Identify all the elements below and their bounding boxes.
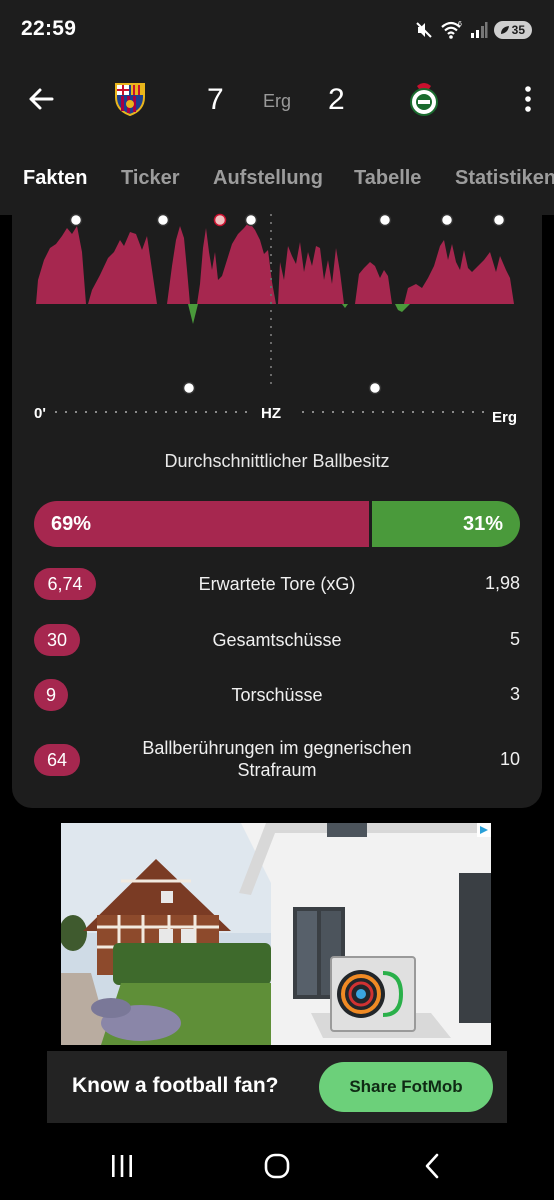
goal-ball-icon bbox=[440, 213, 454, 227]
battery-saver-icon bbox=[500, 26, 509, 34]
tab-statistiken[interactable]: Statistiken bbox=[455, 167, 554, 190]
goal-ball-icon bbox=[244, 213, 258, 227]
tab-ticker[interactable]: Ticker bbox=[121, 167, 180, 190]
stat-away-value: 5 bbox=[509, 629, 520, 649]
stat-away-value: 3 bbox=[509, 684, 520, 704]
away-team-crest[interactable] bbox=[407, 81, 441, 117]
timeline-start-label: 0' bbox=[34, 405, 46, 422]
tab-tabelle[interactable]: Tabelle bbox=[354, 167, 421, 190]
stat-home-value: 64 bbox=[34, 744, 80, 776]
svg-text:6: 6 bbox=[458, 21, 462, 28]
momentum-home-area bbox=[36, 222, 514, 304]
goal-ball-icons-home bbox=[69, 213, 506, 227]
battery-badge: 35 bbox=[493, 21, 532, 39]
stat-label: Gesamtschüsse bbox=[212, 630, 342, 650]
stat-home-value: 30 bbox=[34, 624, 80, 656]
match-facts-card: 0' HZ Erg Durchschnittlicher Ballbesitz … bbox=[12, 200, 542, 808]
stat-home-value: 9 bbox=[34, 679, 68, 711]
back-arrow-icon[interactable] bbox=[26, 84, 56, 114]
battery-level: 35 bbox=[511, 23, 525, 37]
home-score: 7 bbox=[207, 83, 224, 116]
status-time: 22:59 bbox=[21, 17, 77, 40]
tab-aufstellung[interactable]: Aufstellung bbox=[213, 167, 323, 190]
momentum-chart: 0' HZ Erg bbox=[34, 213, 517, 426]
goal-ball-icon bbox=[492, 213, 506, 227]
stat-label: Erwartete Tore (xG) bbox=[198, 574, 356, 594]
goal-ball-icon bbox=[378, 213, 392, 227]
goal-ball-icon bbox=[182, 381, 196, 395]
home-icon[interactable] bbox=[263, 1152, 291, 1180]
signal-icon bbox=[470, 22, 488, 38]
share-fotmob-button[interactable]: Share FotMob bbox=[319, 1062, 493, 1112]
recent-apps-icon[interactable] bbox=[108, 1152, 136, 1180]
ad-text: Know a football fan? bbox=[72, 1074, 279, 1097]
more-options-icon[interactable] bbox=[524, 84, 532, 114]
stat-away-value: 1,98 bbox=[484, 573, 520, 593]
possession-home: 69% bbox=[34, 501, 370, 547]
possession-title: Durchschnittlicher Ballbesitz bbox=[164, 451, 390, 471]
tab-fakten[interactable]: Fakten bbox=[23, 167, 87, 190]
mute-icon bbox=[415, 22, 432, 38]
timeline-half-label: HZ bbox=[261, 405, 281, 422]
match-header: 7 Erg 2 Fakten Ticker Aufstellung Tabell… bbox=[0, 60, 554, 215]
goal-ball-icons-away bbox=[182, 381, 382, 395]
possession-bar: 69% 31% bbox=[34, 501, 520, 547]
status-icons: 6 35 bbox=[414, 19, 532, 41]
system-nav-bar bbox=[0, 1130, 554, 1200]
status-bar: 22:59 6 35 bbox=[0, 0, 554, 60]
back-icon[interactable] bbox=[419, 1152, 447, 1180]
momentum-away-area bbox=[188, 304, 410, 324]
stat-home-value: 6,74 bbox=[34, 568, 96, 600]
goal-ball-icon bbox=[69, 213, 83, 227]
wifi-icon: 6 bbox=[440, 21, 462, 39]
goal-ball-icon bbox=[368, 381, 382, 395]
stat-away-value: 10 bbox=[499, 749, 520, 769]
goal-ball-icon bbox=[156, 213, 170, 227]
home-team-crest[interactable] bbox=[113, 81, 147, 117]
timeline-end-label: Erg bbox=[492, 409, 517, 426]
away-score: 2 bbox=[328, 83, 345, 116]
own-goal-ball-icon bbox=[213, 213, 227, 227]
ad-banner: Know a football fan? Share FotMob bbox=[47, 1051, 507, 1123]
stat-label: Torschüsse bbox=[231, 685, 323, 705]
ad-image[interactable] bbox=[61, 823, 491, 1045]
match-status: Erg bbox=[263, 91, 292, 111]
possession-away: 31% bbox=[372, 501, 520, 547]
stat-label: Ballberührungen im gegnerischen Strafrau… bbox=[142, 738, 412, 780]
